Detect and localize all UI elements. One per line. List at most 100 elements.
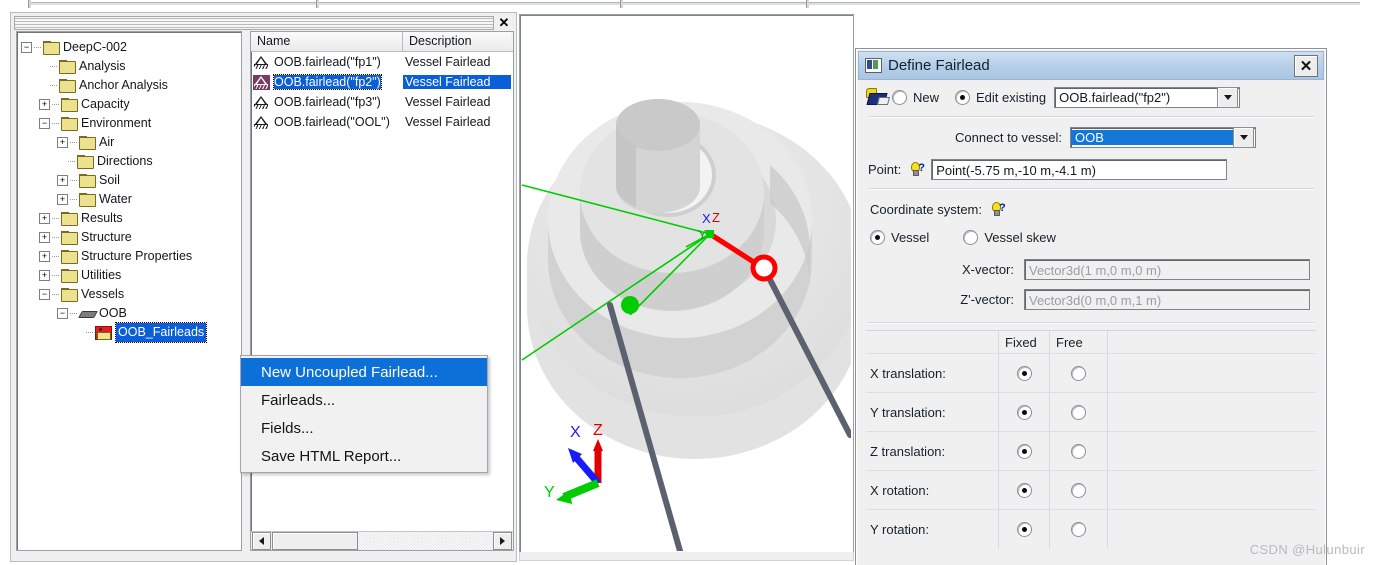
tree-item-water[interactable]: + Water [21,190,241,209]
vessel-skew-radio[interactable] [963,229,979,245]
list-cell-name: OOB.fairlead("fp2") [251,74,403,90]
expand-icon[interactable]: + [39,213,50,224]
tree-item-anchor-analysis[interactable]: Anchor Analysis [21,76,241,95]
dof-free-radio[interactable] [1071,404,1086,420]
tree-item-environment[interactable]: − Environment [21,114,241,133]
dof-fixed-cell [998,471,1050,509]
tree-item-label: Structure [81,230,132,244]
z-vector-input[interactable]: Vector3d(0 m,0 m,1 m) [1024,288,1310,310]
model-tree[interactable]: − DeepC-002 Analysis Anchor Analysis + Capaci… [16,31,242,551]
tree-connector [52,275,60,276]
expand-icon[interactable]: + [39,232,50,243]
chevron-down-icon[interactable] [1233,126,1254,148]
help-bulb-icon[interactable]: ? [909,162,925,176]
dof-fixed-radio[interactable] [1016,482,1032,498]
connect-row: Connect to vessel: OOB [866,124,1316,150]
new-radio[interactable] [892,89,907,105]
dof-fixed-radio[interactable] [1016,443,1032,459]
scrollbar-thumb[interactable] [272,532,358,550]
coordinate-system-row: Coordinate system: ? [866,196,1316,222]
collapse-icon[interactable]: − [57,308,68,319]
close-icon[interactable]: ✕ [496,15,512,30]
tree-item-analysis[interactable]: Analysis [21,57,241,76]
3d-viewport[interactable]: X Z Y X Z Y #viewport svg [data [519,14,854,554]
tree-item-label: Vessels [81,287,125,301]
tree-item-label: DeepC-002 [63,40,127,54]
tree-item-soil[interactable]: + Soil [21,171,241,190]
scrollbar-track[interactable] [358,533,492,549]
folder-icon [79,136,96,150]
mode-row: New Edit existing OOB.fairlead("fp2") [866,84,1316,110]
tree-item-oob[interactable]: − OOB [21,304,241,323]
tree-item-directions[interactable]: Directions [21,152,241,171]
dof-table-header: Fixed Free [866,331,1316,353]
column-header-description[interactable]: Description [403,32,511,51]
tree-item-results[interactable]: + Results [21,209,241,228]
horizontal-scrollbar[interactable] [251,531,513,550]
expand-icon[interactable]: + [39,270,50,281]
expand-icon[interactable]: + [57,194,68,205]
context-menu[interactable]: New Uncoupled Fairlead... Fairleads... Fie… [240,355,488,473]
tree-item-deepc-002[interactable]: − DeepC-002 [21,38,241,57]
vessel-radio[interactable] [870,229,885,245]
window-grip-bar[interactable] [14,16,494,30]
chevron-down-icon[interactable] [1217,86,1239,108]
3d-scene: X Z Y X Z Y [521,99,853,553]
fairlead-symbol-icon [253,74,270,90]
tree-item-structure[interactable]: + Structure [21,228,241,247]
tree-item-label: Structure Properties [81,249,193,263]
tree-item-structure-properties[interactable]: + Structure Properties [21,247,241,266]
fairlead-symbol-icon [253,95,270,110]
menu-item-save-html-report[interactable]: Save HTML Report... [241,442,487,470]
menu-item-new-uncoupled-fairlead[interactable]: New Uncoupled Fairlead... [241,358,487,386]
table-row[interactable]: OOB.fairlead("fp1") Vessel Fairlead [251,52,513,72]
dof-free-radio[interactable] [1071,521,1086,537]
collapse-icon[interactable]: − [39,289,50,300]
dof-free-cell [1050,510,1108,548]
tree-item-vessels[interactable]: − Vessels [21,285,241,304]
vessel-combo[interactable]: OOB [1070,126,1256,148]
dof-row: Y translation: [866,392,1316,431]
dof-free-radio[interactable] [1071,443,1086,459]
menu-item-label: New Uncoupled Fairlead... [261,363,438,381]
object-combo[interactable]: OOB.fairlead("fp2") [1054,86,1241,108]
help-bulb-icon[interactable]: ? [990,202,1006,216]
collapse-icon[interactable]: − [21,42,32,53]
dof-fixed-radio[interactable] [1016,365,1032,381]
scroll-right-button[interactable] [493,532,512,550]
dialog-title-bar[interactable]: Define Fairlead ✕ [858,51,1324,80]
toolbar-separator [806,0,809,8]
edit-existing-radio[interactable] [955,89,971,105]
table-row[interactable]: OOB.fairlead("OOL") Vessel Fairlead [251,112,513,132]
tree-item-capacity[interactable]: + Capacity [21,95,241,114]
dof-free-radio[interactable] [1071,482,1086,498]
scroll-left-button[interactable] [252,532,271,550]
tree-item-label: Results [81,211,123,225]
new-label: New [913,89,940,105]
collapse-icon[interactable]: − [39,118,50,129]
dof-fixed-radio[interactable] [1016,404,1032,420]
table-row[interactable]: OOB.fairlead("fp3") Vessel Fairlead [251,92,513,112]
expand-icon[interactable]: + [57,175,68,186]
expand-icon[interactable]: + [39,99,50,110]
dof-free-cell [1050,471,1108,509]
point-input[interactable]: Point(-5.75 m,-10 m,-4.1 m) [931,158,1228,180]
dof-fixed-radio[interactable] [1016,521,1032,537]
dof-free-radio[interactable] [1071,365,1086,381]
dof-fixed-cell [998,510,1050,548]
menu-item-fairleads[interactable]: Fairleads... [241,386,487,414]
expand-icon[interactable]: + [57,137,68,148]
object-list[interactable]: Name Description OOB.fairlead("fp1") Vess… [250,31,514,551]
tree-item-utilities[interactable]: + Utilities [21,266,241,285]
menu-item-fields[interactable]: Fields... [241,414,487,442]
tree-item-air[interactable]: + Air [21,133,241,152]
expand-icon[interactable]: + [39,251,50,262]
list-cell-name: OOB.fairlead("fp3") [251,95,403,110]
table-row[interactable]: OOB.fairlead("fp2") Vessel Fairlead [251,72,513,92]
column-header-name[interactable]: Name [251,32,403,51]
x-vector-input[interactable]: Vector3d(1 m,0 m,0 m) [1024,258,1310,280]
object-combo-value: OOB.fairlead("fp2") [1059,89,1171,105]
tree-item-oob-fairleads[interactable]: OOB_Fairleads [21,322,241,343]
dialog-close-button[interactable]: ✕ [1294,54,1318,77]
dof-row-label: X rotation: [870,482,930,498]
